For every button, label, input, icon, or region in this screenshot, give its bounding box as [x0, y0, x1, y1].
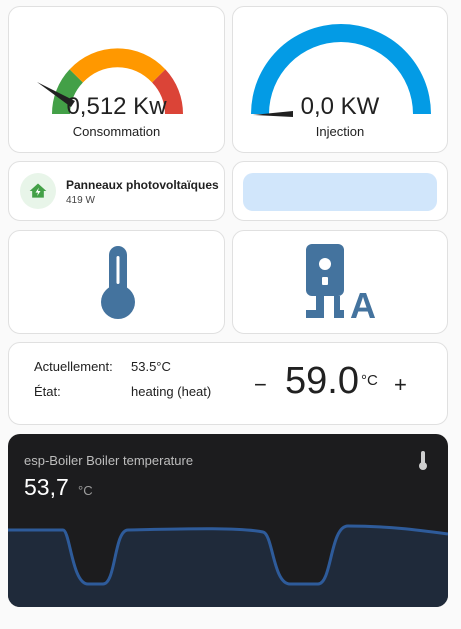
thermometer-icon: [101, 246, 135, 319]
thermostat-decrease-button[interactable]: −: [254, 372, 267, 398]
water-heater-auto-icon: A: [306, 244, 376, 322]
solar-tile-card[interactable]: Panneaux photovoltaïques 419 W: [8, 161, 225, 221]
thermostat-target-unit: °C: [361, 372, 378, 389]
gauge-label-injection: Injection: [315, 124, 365, 139]
thermometer-button-card[interactable]: [8, 230, 225, 334]
gauge-card-consumption[interactable]: 0,512 Kw Consommation: [8, 6, 225, 153]
gauge-card-injection[interactable]: 0,0 KW Injection: [232, 6, 448, 153]
thermostat-state-value: heating (heat): [131, 384, 212, 399]
svg-text:A: A: [350, 285, 376, 322]
water-heater-button-card[interactable]: A: [232, 230, 448, 334]
solar-home-icon[interactable]: [20, 173, 56, 209]
gauge-label-consumption: Consommation: [72, 124, 161, 139]
thermostat-state-label: État:: [34, 384, 61, 399]
solar-tile-state: 419 W: [66, 195, 95, 206]
thermostat-current-label: Actuellement:: [34, 359, 113, 374]
gauge-value-injection: 0,0 KW: [300, 93, 380, 120]
thermostat-target-value: 59.0: [285, 360, 359, 402]
thermostat-card: Actuellement: 53.5°C État: heating (heat…: [8, 342, 448, 425]
solar-tile-name: Panneaux photovoltaïques: [66, 178, 219, 192]
gauge-value-consumption: 0,512 Kw: [66, 93, 167, 120]
thermostat-increase-button[interactable]: +: [394, 372, 407, 398]
sensor-graph-card[interactable]: esp-Boiler Boiler temperature 53,7 °C: [8, 434, 448, 607]
empty-tile-card[interactable]: [232, 161, 448, 221]
empty-tile-bar: [243, 173, 437, 211]
thermostat-current-value: 53.5°C: [131, 359, 171, 374]
gauge-segment-orange: [69, 48, 166, 83]
sensor-graph-plot: [8, 524, 448, 607]
